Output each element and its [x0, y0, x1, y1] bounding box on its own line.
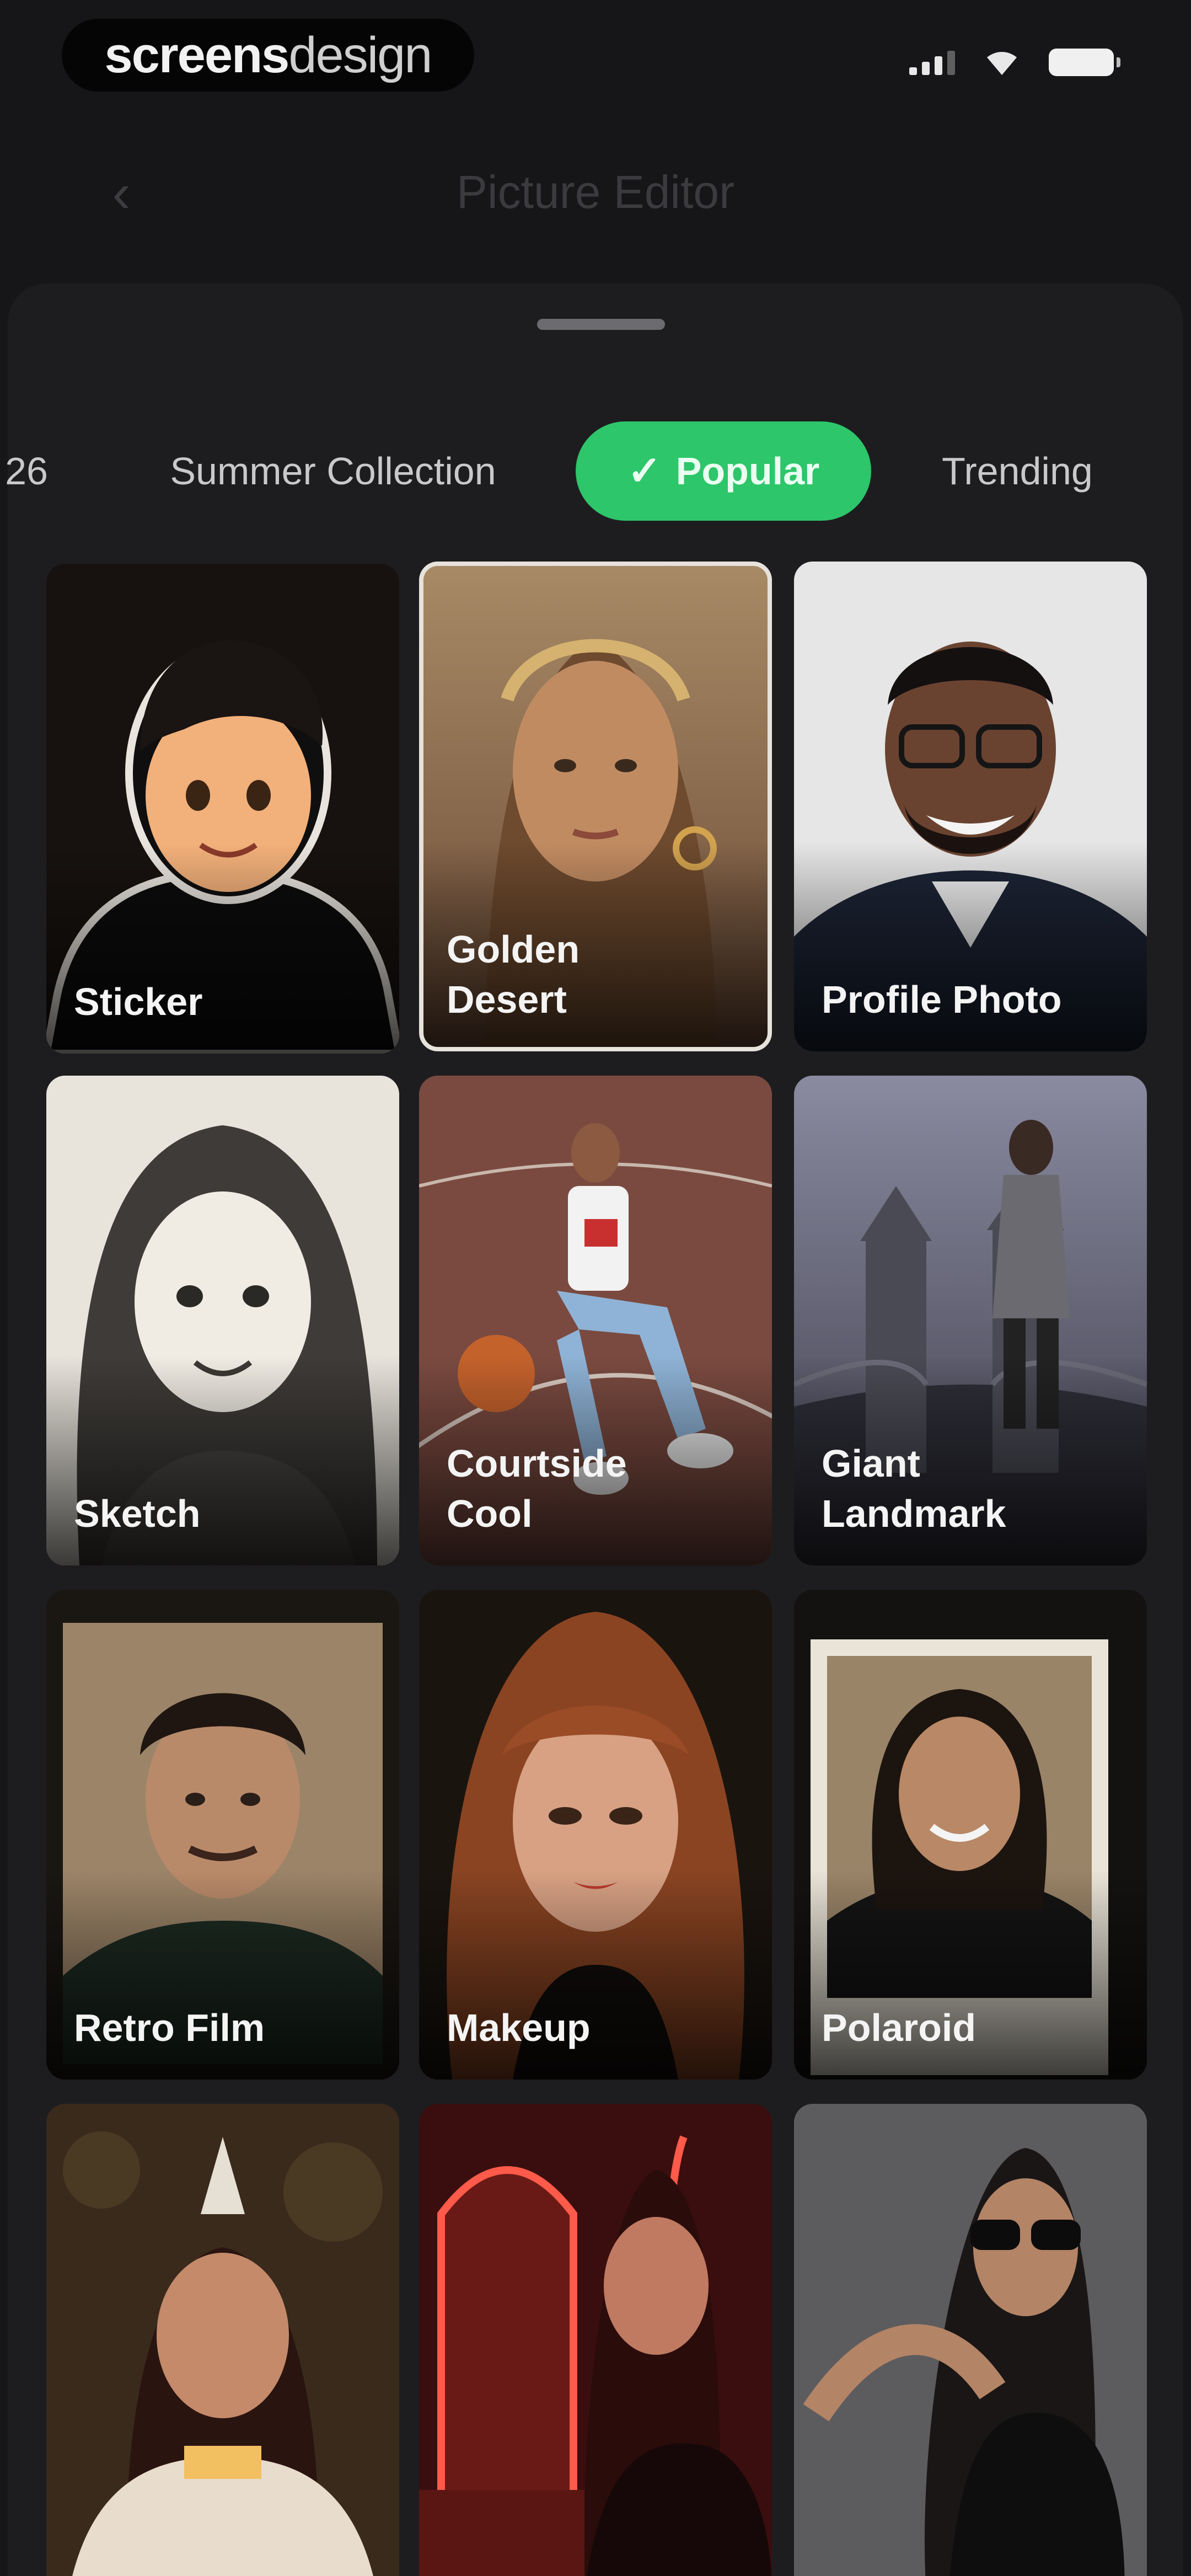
tab-26[interactable]: 26 [0, 421, 53, 521]
checkmark-icon: ✓ [627, 448, 662, 494]
status-icons [909, 49, 1120, 76]
card-gradient [419, 842, 772, 1051]
style-card-label: Profile Photo [822, 978, 1062, 1021]
brand-logo-part1: screens [104, 26, 290, 83]
golden-desert-preview-image [419, 562, 772, 1051]
style-card-sketch[interactable]: Sketch [46, 1076, 399, 1565]
tab-popular[interactable]: ✓ Popular [576, 421, 871, 521]
style-card-neon[interactable] [419, 2104, 772, 2576]
brand-logo: screens design [62, 19, 474, 92]
style-card-sticker[interactable]: Sticker [46, 564, 399, 1054]
style-card-fashion[interactable] [794, 2104, 1147, 2576]
style-card-makeup[interactable]: Makeup [419, 1590, 772, 2080]
tab-summer-collection[interactable]: Summer Collection [150, 421, 516, 521]
page-title: Picture Editor [456, 166, 735, 218]
style-card-label: Makeup [447, 2006, 591, 2049]
category-tabs: 26 Summer Collection ✓ Popular Trending [0, 421, 1191, 521]
tab-label: 26 [5, 450, 48, 493]
style-card-golden-desert[interactable]: Golden Desert [419, 562, 772, 1051]
birthday-preview-image [46, 2104, 399, 2576]
picture-editor-screen: screens design ‹ Picture Editor 26 Summer… [0, 0, 1191, 2576]
fashion-preview-image [794, 2104, 1147, 2576]
style-card-label: Sticker [74, 980, 203, 1023]
style-card-label: Courtside Cool [447, 1442, 627, 1535]
tab-label: Summer Collection [170, 450, 496, 493]
neon-preview-image [419, 2104, 772, 2576]
style-card-retro-film[interactable]: Retro Film [46, 1590, 399, 2080]
style-card-profile-photo[interactable]: Profile Photo [794, 562, 1147, 1051]
header: ‹ Picture Editor [0, 138, 1191, 248]
style-card-label: Retro Film [74, 2006, 265, 2049]
tab-label: Trending [942, 450, 1093, 493]
style-card-label: Sketch [74, 1492, 201, 1535]
style-card-giant-landmark[interactable]: Giant Landmark [794, 1076, 1147, 1565]
style-card-polaroid[interactable]: Polaroid [794, 1590, 1147, 2080]
style-card-courtside-cool[interactable]: Courtside Cool [419, 1076, 772, 1565]
status-bar: screens design [0, 0, 1191, 127]
tab-trending[interactable]: Trending [926, 421, 1108, 521]
style-card-birthday[interactable] [46, 2104, 399, 2576]
brand-logo-part2: design [288, 26, 432, 83]
cellular-signal-icon [909, 50, 955, 75]
tab-label: Popular [675, 450, 820, 493]
style-card-label: Polaroid [822, 2006, 977, 2049]
style-card-label: Golden Desert [447, 928, 580, 1021]
sheet-drag-handle[interactable] [537, 319, 665, 330]
wifi-icon [987, 52, 1017, 75]
battery-icon [1049, 49, 1120, 76]
style-card-label: Giant Landmark [822, 1442, 1006, 1535]
